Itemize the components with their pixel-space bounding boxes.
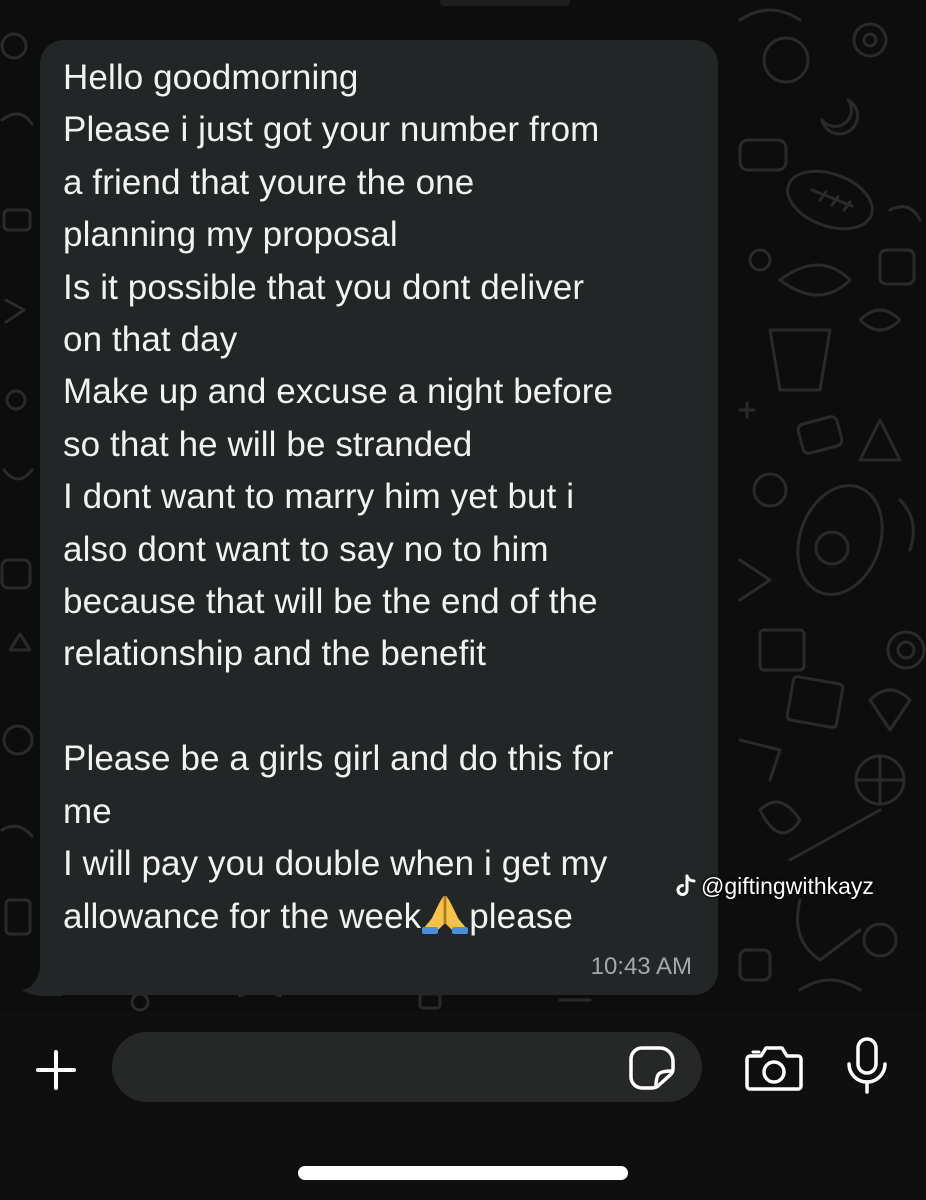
message-line: relationship and the benefit [63, 634, 487, 674]
attach-button[interactable] [28, 1042, 84, 1098]
message-line: Please i just got your number from [63, 110, 600, 150]
camera-icon [745, 1046, 803, 1091]
message-line: me [63, 791, 112, 831]
tiktok-icon [675, 874, 697, 898]
message-line: Make up and excuse a night before [63, 372, 614, 412]
folded-hands-icon [422, 894, 469, 934]
camera-button[interactable] [744, 1044, 804, 1092]
message-line: Hello goodmorning [63, 58, 359, 97]
message-line: a friend that youre the one [63, 162, 475, 202]
message-timestamp: 10:43 AM [590, 953, 692, 980]
watermark-handle: @giftingwithkayz [701, 872, 874, 899]
message-line: on that day [63, 320, 238, 360]
message-input-field[interactable] [112, 1032, 702, 1104]
message-line: I dont want to marry him yet but i [63, 477, 575, 517]
message-line: Please be a girls girl and do this for [63, 739, 614, 779]
message-line: I will pay you double when i get my [63, 844, 608, 884]
microphone-icon [847, 1037, 887, 1094]
top-edge [440, 0, 570, 6]
message-input[interactable] [136, 1032, 620, 1104]
message-line: allowance for the week [63, 896, 422, 936]
message-line: Is it possible that you dont deliver [63, 267, 585, 307]
bubble-tail [22, 968, 62, 996]
microphone-button[interactable] [844, 1036, 890, 1096]
message-text: Hello goodmorning Please i just got your… [63, 52, 711, 943]
message-line: also dont want to say no to him [63, 529, 549, 569]
message-line: planning my proposal [63, 215, 398, 255]
tiktok-watermark: @giftingwithkayz [675, 871, 874, 901]
chat-screen: Hello goodmorning Please i just got your… [0, 0, 926, 1200]
message-line: so that he will be stranded [63, 424, 473, 464]
home-indicator[interactable] [298, 1166, 628, 1180]
sticker-button[interactable] [628, 1045, 676, 1091]
message-line: because that will be the end of the [63, 582, 598, 622]
sticker-icon [629, 1046, 675, 1090]
plus-icon [36, 1050, 76, 1090]
message-line: please [469, 896, 573, 936]
